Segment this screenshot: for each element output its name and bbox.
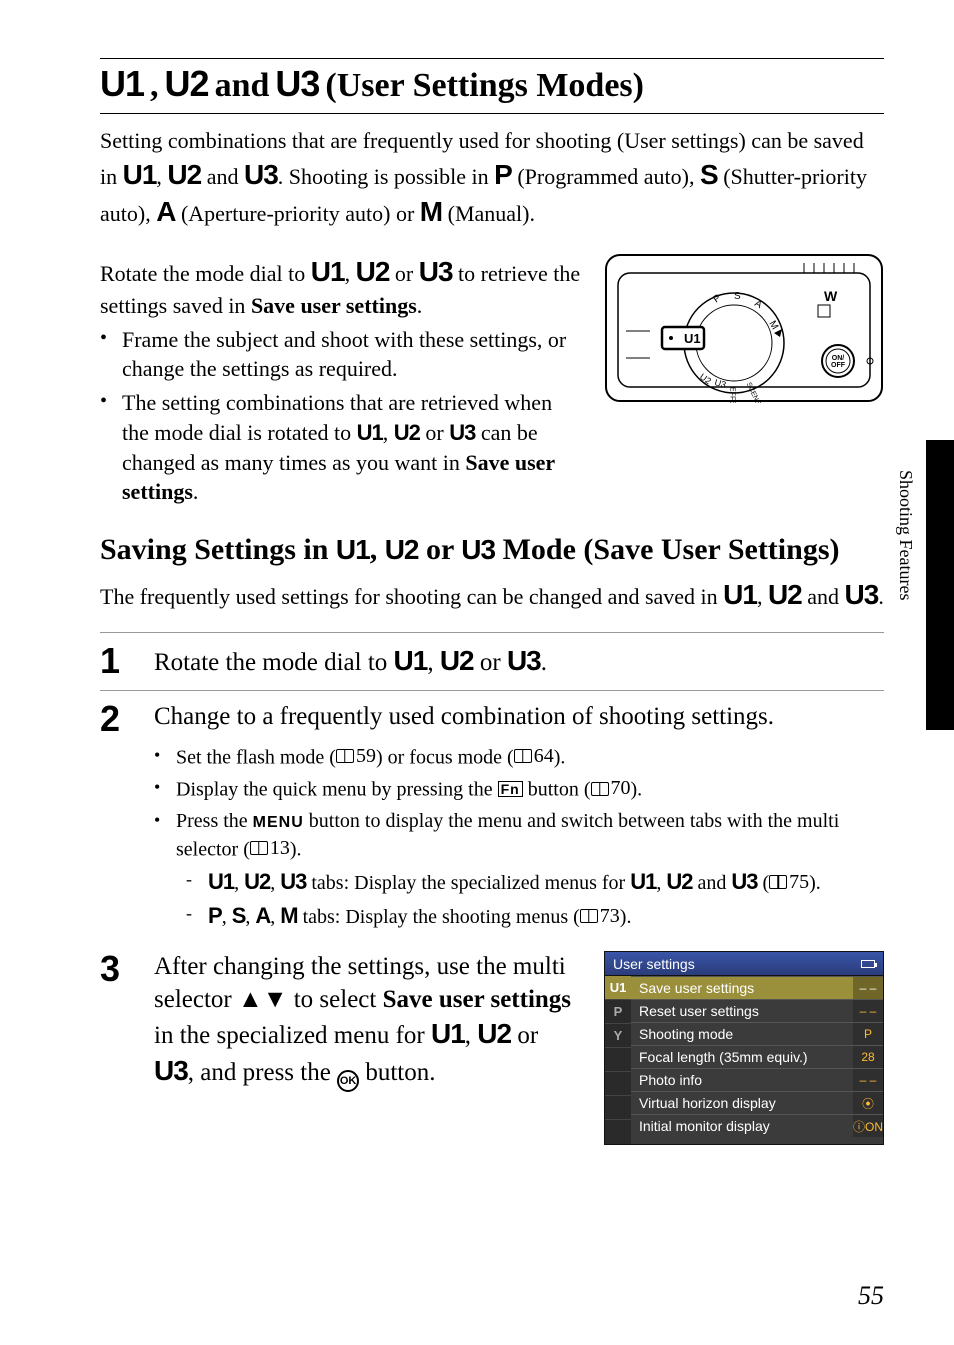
saving-settings-heading: Saving Settings in U1, U2 or U3 Mode (Sa… [100, 531, 884, 569]
svg-text:M: M [766, 319, 780, 332]
step-1-title: Rotate the mode dial to U1, U2 or U3. [154, 643, 884, 680]
menu-row[interactable]: Initial monitor displayⓘON [631, 1114, 883, 1137]
menu-row-value: P [853, 1023, 883, 1045]
page-title-bar: U1, U2 and U3 (User Settings Modes) [100, 58, 884, 114]
menu-row-label: Reset user settings [631, 1003, 853, 1019]
menu-row-label: Focal length (35mm equiv.) [631, 1049, 853, 1065]
menu-row[interactable]: Focal length (35mm equiv.)28 [631, 1045, 883, 1068]
svg-text:EFFECTS: EFFECTS [729, 387, 736, 403]
step-1: 1 Rotate the mode dial to U1, U2 or U3. [100, 632, 884, 680]
svg-text:OFF: OFF [831, 362, 846, 369]
page-title: U1, U2 and U3 (User Settings Modes) [100, 63, 884, 105]
up-arrow-icon [238, 986, 263, 1013]
svg-text:A: A [753, 298, 765, 311]
menu-row-value: ⦿ [853, 1092, 883, 1114]
down-arrow-icon [263, 986, 288, 1013]
step-number: 2 [100, 701, 126, 737]
rotate-dial-paragraph: Rotate the mode dial to U1, U2 or U3 to … [100, 253, 584, 507]
menu-row[interactable]: Virtual horizon display⦿ [631, 1091, 883, 1114]
chapter-label: Shooting Features [895, 470, 916, 601]
step-3: 3 After changing the settings, use the m… [100, 941, 884, 1145]
menu-row-label: Virtual horizon display [631, 1095, 853, 1111]
ok-button-icon: OK [337, 1070, 359, 1092]
step-number: 3 [100, 951, 126, 987]
svg-text:S: S [734, 291, 741, 302]
saving-settings-sub: The frequently used settings for shootin… [100, 576, 884, 614]
page-ref-icon [514, 749, 532, 763]
menu-row-value: – – [853, 1069, 883, 1091]
chapter-tab [926, 440, 954, 730]
menu-row-label: Save user settings [631, 980, 853, 996]
mode-u3: U3 [275, 63, 319, 105]
mode-u2: U2 [165, 63, 209, 105]
step2-bullet-flash: Set the flash mode (59) or focus mode (6… [154, 743, 884, 772]
menu-list: Save user settings– –Reset user settings… [631, 976, 883, 1144]
menu-row[interactable]: Photo info– – [631, 1068, 883, 1091]
menu-row-value: – – [853, 1000, 883, 1022]
page-number: 55 [858, 1281, 884, 1311]
menu-row[interactable]: Shooting modeP [631, 1022, 883, 1045]
step2-dash-psam: P, S, A, M tabs: Display the shooting me… [186, 901, 884, 931]
menu-tabs: U1 P Y [605, 976, 631, 1144]
menu-title-bar: User settings [604, 951, 884, 975]
fn-button-icon: Fn [498, 781, 523, 797]
menu-row-value: 28 [853, 1046, 883, 1068]
dial-u1-label: U1 [684, 331, 701, 346]
step2-bullet-quickmenu: Display the quick menu by pressing the F… [154, 775, 884, 804]
page-ref-icon [769, 875, 787, 889]
menu-row-label: Shooting mode [631, 1026, 853, 1042]
menu-tab-setup[interactable]: Y [605, 1024, 631, 1048]
mode-u1: U1 [100, 63, 144, 105]
menu-screenshot: User settings U1 P Y Save [604, 951, 884, 1145]
menu-row-label: Photo info [631, 1072, 853, 1088]
menu-row[interactable]: Reset user settings– – [631, 999, 883, 1022]
step2-dash-utabs: U1, U2, U3 tabs: Display the specialized… [186, 867, 884, 897]
menu-row-label: Initial monitor display [631, 1118, 853, 1134]
intro-paragraph: Setting combinations that are frequently… [100, 126, 884, 231]
step-3-text: After changing the settings, use the mul… [154, 951, 580, 1092]
menu-button-label: MENU [253, 814, 304, 831]
menu-tab-p[interactable]: P [605, 1000, 631, 1024]
page-ref-icon [250, 841, 268, 855]
svg-text:ON/: ON/ [832, 355, 845, 362]
menu-row[interactable]: Save user settings– – [631, 976, 883, 999]
camera-illustration: U1 P S A M U2 U3 EFFECTS SCENE W ON/ OFF [604, 253, 884, 507]
step2-bullet-menu: Press the MENU button to display the men… [154, 808, 884, 932]
step-number: 1 [100, 643, 126, 679]
bullet-setting-combos: The setting combinations that are retrie… [100, 388, 584, 507]
bullet-frame-subject: Frame the subject and shoot with these s… [100, 325, 584, 384]
menu-row-value: ⓘON [853, 1115, 883, 1137]
battery-icon [861, 960, 875, 968]
menu-tab-u1[interactable]: U1 [605, 976, 631, 1000]
svg-text:U3: U3 [713, 378, 727, 391]
svg-text:SCENE: SCENE [745, 382, 762, 403]
menu-title-text: User settings [613, 956, 695, 972]
menu-row-value: – – [853, 977, 883, 999]
zoom-w-label: W [824, 288, 838, 304]
step-2: 2 Change to a frequently used combinatio… [100, 690, 884, 737]
step-2-title: Change to a frequently used combination … [154, 701, 884, 734]
page-ref-icon [591, 782, 609, 796]
page-ref-icon [336, 749, 354, 763]
page-ref-icon [580, 909, 598, 923]
